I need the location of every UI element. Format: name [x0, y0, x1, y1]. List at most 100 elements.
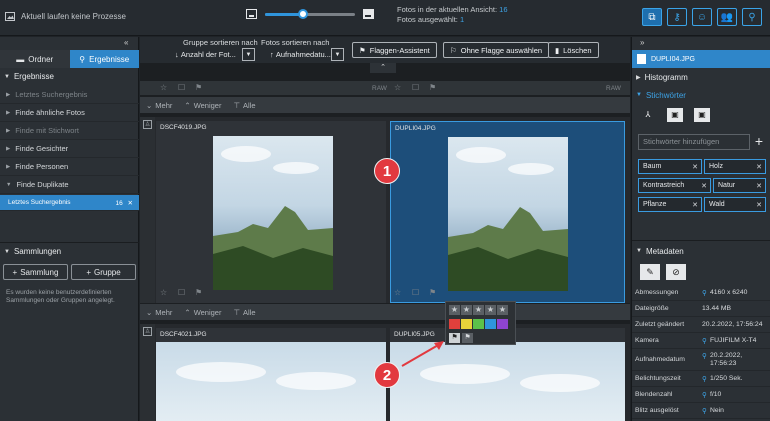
color-swatch-green[interactable]	[473, 319, 484, 329]
zoom-out-icon[interactable]	[246, 9, 257, 19]
color-swatch-blue[interactable]	[485, 319, 496, 329]
zoom-slider[interactable]	[265, 8, 355, 19]
close-icon[interactable]: ✕	[756, 163, 762, 171]
photo-cell[interactable]: DSCF4019.JPG	[156, 121, 386, 303]
results-item-keyword[interactable]: ▶ Finde mit Stichwort	[0, 122, 139, 140]
keyword-tag[interactable]: Wald ✕	[704, 197, 766, 212]
star-outline-icon[interactable]: ☆	[394, 288, 401, 297]
close-icon[interactable]: ✕	[128, 200, 133, 207]
less-button[interactable]: ⌃ Weniger	[184, 308, 221, 317]
delete-button[interactable]: ▮ Löschen	[548, 42, 599, 58]
all-button[interactable]: ⊤ Alle	[233, 308, 255, 317]
star-icon[interactable]: ★	[497, 305, 508, 315]
face-icon[interactable]: ☺	[692, 8, 712, 26]
star-icon[interactable]: ★	[473, 305, 484, 315]
search-icon[interactable]: ⚲	[702, 289, 707, 297]
color-swatch-yellow[interactable]	[461, 319, 472, 329]
star-outline-icon[interactable]: ☆	[394, 83, 401, 92]
duplicates-last-search[interactable]: Letztes Suchergebnis 16 ✕	[0, 195, 139, 211]
checkbox-icon[interactable]: ☐	[412, 83, 419, 92]
color-swatch-red[interactable]	[449, 319, 460, 329]
star-icon[interactable]: ★	[485, 305, 496, 315]
people-icon[interactable]: 👥	[717, 8, 737, 26]
results-item-persons[interactable]: ▶ Finde Personen	[0, 158, 139, 176]
flag-icon[interactable]: ⚑	[429, 288, 436, 297]
results-item-last-search[interactable]: ▶ Letztes Suchergebnis	[0, 86, 139, 104]
keyword-tag[interactable]: Kontrastreich ✕	[638, 178, 711, 193]
flag-icon[interactable]: ⚑	[195, 83, 202, 92]
key-icon[interactable]: ⚷	[667, 8, 687, 26]
checkbox-icon[interactable]: ☐	[412, 288, 419, 297]
star-icon[interactable]: ★	[449, 305, 460, 315]
zoom-in-icon[interactable]	[363, 9, 374, 19]
collapse-toolbar-icon[interactable]: ⌃	[370, 63, 396, 73]
flag-icon[interactable]: ⚑	[429, 83, 436, 92]
more-button[interactable]: ⌄ Mehr	[146, 308, 172, 317]
search-icon[interactable]: ⚲	[702, 391, 707, 399]
chevron-down-icon[interactable]: ▼	[331, 48, 344, 61]
star-icon[interactable]: ★	[461, 305, 472, 315]
search-icon[interactable]: ⚲	[702, 352, 707, 360]
tab-folders[interactable]: ▬ Ordner	[0, 50, 70, 68]
histogram-header[interactable]: ▶ Histogramm	[632, 70, 770, 84]
checkbox-icon[interactable]: ☐	[178, 83, 185, 92]
add-keyword-button[interactable]: +	[751, 134, 767, 150]
chevron-down-icon[interactable]: ▼	[242, 48, 255, 61]
divider	[632, 240, 770, 241]
keyword-tag[interactable]: Baum ✕	[638, 159, 702, 174]
hide-eye-icon[interactable]: ⊘	[666, 264, 686, 280]
group-sort-select[interactable]: ↓ Anzahl der Fot...	[175, 48, 236, 61]
checkbox-icon[interactable]: ☐	[178, 288, 185, 297]
zoom-control[interactable]	[246, 8, 374, 19]
color-swatch-purple[interactable]	[497, 319, 508, 329]
close-icon[interactable]: ✕	[756, 201, 762, 209]
row-handle[interactable]: ♙	[140, 117, 155, 303]
photo-sort-select[interactable]: ↑ Aufnahmedatu...	[270, 48, 331, 61]
edit-pencil-icon[interactable]: ✎	[640, 264, 660, 280]
keywords-header[interactable]: ▼ Stichwörter	[632, 88, 770, 102]
tab-results[interactable]: ⚲ Ergebnisse	[69, 50, 139, 68]
chevron-right-icon: ▶	[6, 109, 11, 116]
export-keyword-icon[interactable]: ▣	[694, 108, 710, 122]
close-icon[interactable]: ✕	[701, 182, 707, 190]
expand-right-icon[interactable]: »	[640, 38, 644, 47]
search-icon[interactable]: ⚲	[742, 8, 762, 26]
keyword-tag[interactable]: Holz ✕	[704, 159, 766, 174]
search-icon[interactable]: ⚲	[702, 407, 707, 415]
row-handle[interactable]: ♙	[140, 324, 155, 421]
results-item-faces[interactable]: ▶ Finde Gesichter	[0, 140, 139, 158]
results-item-duplicates[interactable]: ▼ Finde Duplikate	[0, 176, 139, 194]
less-button[interactable]: ⌃ Weniger	[184, 101, 221, 110]
add-group-button[interactable]: + Gruppe	[71, 264, 136, 280]
zoom-slider-handle[interactable]	[297, 8, 308, 19]
results-header[interactable]: ▼ Ergebnisse	[0, 70, 139, 83]
collapse-left-icon[interactable]: «	[124, 38, 128, 47]
results-item-similar[interactable]: ▶ Finde ähnliche Fotos	[0, 104, 139, 122]
search-icon[interactable]: ⚲	[702, 375, 707, 383]
keyword-input[interactable]: Stichwörter hinzufügen	[638, 134, 750, 150]
flag-icon[interactable]: ⚑	[462, 333, 473, 343]
keyword-tag[interactable]: Pflanze ✕	[638, 197, 702, 212]
person-pin-icon[interactable]: ⅄	[640, 108, 656, 122]
flag-icon[interactable]: ⚑	[195, 288, 202, 297]
close-icon[interactable]: ✕	[756, 182, 762, 190]
flag-assistant-button[interactable]: ⚑ Flaggen-Assistent	[352, 42, 437, 58]
all-button[interactable]: ⊤ Alle	[233, 101, 255, 110]
close-icon[interactable]: ✕	[692, 201, 698, 209]
close-icon[interactable]: ✕	[692, 163, 698, 171]
collections-header[interactable]: ▼ Sammlungen	[0, 245, 139, 258]
reject-flag-icon[interactable]: ⚑	[449, 333, 460, 343]
search-icon[interactable]: ⚲	[702, 337, 707, 345]
star-outline-icon[interactable]: ☆	[160, 83, 167, 92]
add-collection-button[interactable]: + Sammlung	[3, 264, 68, 280]
photo-cell-selected[interactable]: DUPLI04.JPG	[390, 121, 625, 303]
import-keyword-icon[interactable]: ▣	[667, 108, 683, 122]
process-status: Aktuell laufen keine Prozesse	[5, 11, 126, 21]
keyword-tag[interactable]: Natur ✕	[713, 178, 766, 193]
copy-icon[interactable]: ⧉	[642, 8, 662, 26]
metadata-header[interactable]: ▼ Metadaten	[632, 244, 770, 258]
more-button[interactable]: ⌄ Mehr	[146, 101, 172, 110]
star-outline-icon[interactable]: ☆	[160, 288, 167, 297]
select-unflagged-button[interactable]: ⚐ Ohne Flagge auswählen	[443, 42, 550, 58]
photo-cell[interactable]: DSCF4021.JPG	[156, 328, 386, 421]
